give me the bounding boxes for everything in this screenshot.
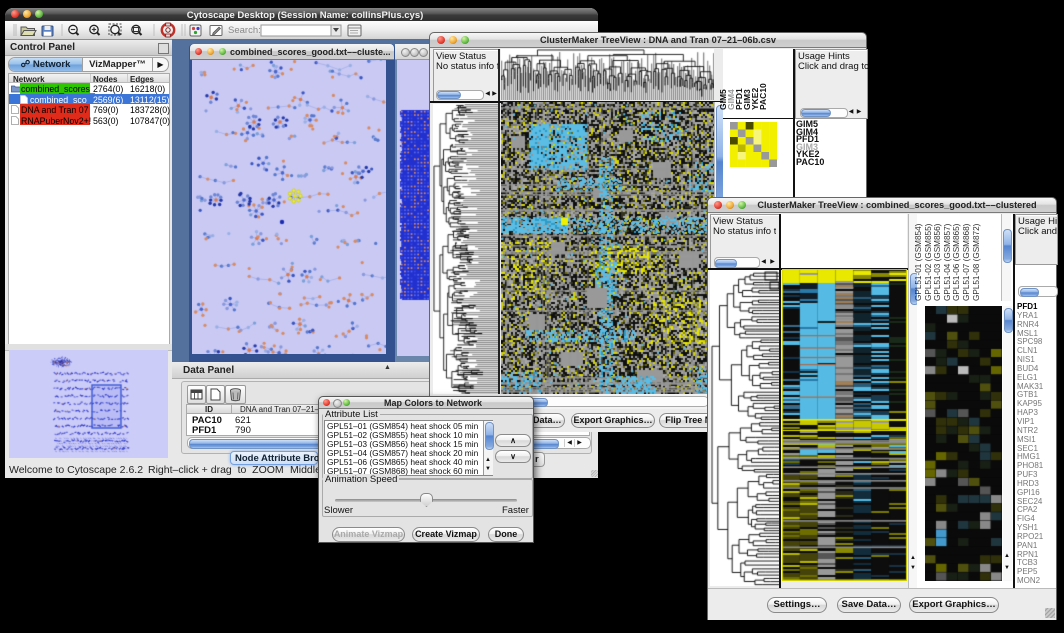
svg-text:Search:: Search: [228,25,261,36]
